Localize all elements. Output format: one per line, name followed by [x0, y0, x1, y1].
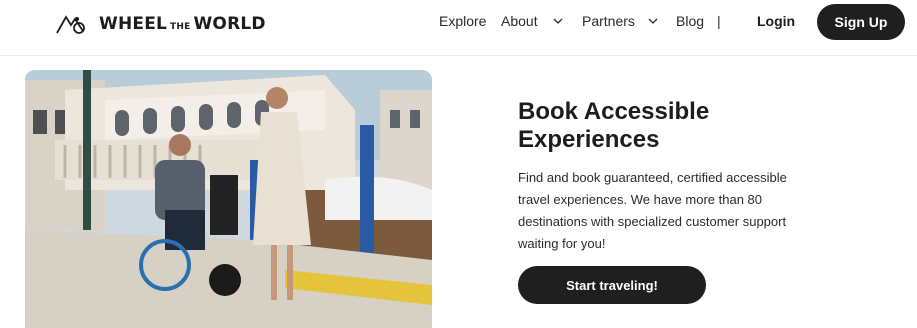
start-traveling-button[interactable]: Start traveling! [518, 266, 706, 304]
wheelchair-logo-icon [56, 15, 85, 34]
hero-title: Book Accessible Experiences [518, 98, 710, 153]
nav-about[interactable]: About [501, 13, 538, 29]
site-header: WHEEL THE WORLD Explore About Partners Blo… [0, 0, 917, 56]
venice-photo [25, 70, 432, 328]
hero-image [25, 70, 432, 328]
nav-partners[interactable]: Partners [582, 13, 635, 29]
hero-description: Find and book guaranteed, certified acce… [518, 170, 787, 251]
nav-separator: | [717, 13, 721, 29]
signup-button[interactable]: Sign Up [817, 4, 905, 40]
login-link[interactable]: Login [757, 13, 795, 29]
chevron-down-icon[interactable] [647, 15, 659, 27]
logo-wordmark: WHEEL THE WORLD [99, 14, 266, 34]
logo[interactable]: WHEEL THE WORLD [55, 10, 266, 38]
nav-blog[interactable]: Blog [676, 13, 704, 29]
nav-explore[interactable]: Explore [439, 13, 486, 29]
chevron-down-icon[interactable] [552, 15, 564, 27]
